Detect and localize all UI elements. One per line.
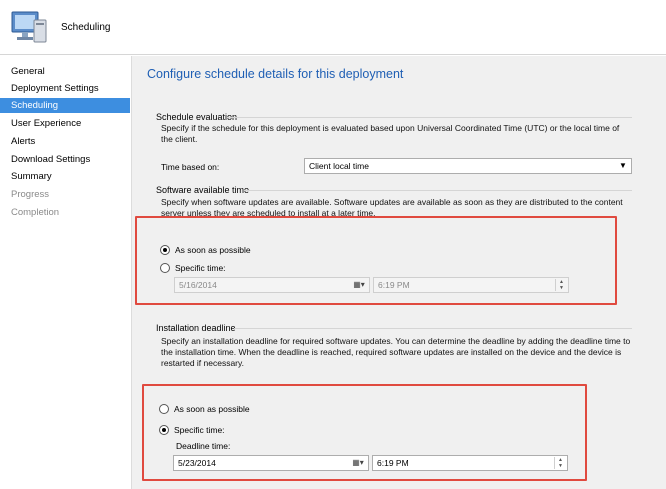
computer-monitor-icon (11, 11, 47, 43)
sidebar-item-download-settings[interactable]: Download Settings (0, 152, 130, 167)
group-divider (227, 117, 632, 118)
sidebar-item-deployment-settings[interactable]: Deployment Settings (0, 81, 130, 96)
wizard-header: Scheduling (0, 0, 666, 55)
schedule-evaluation-description: Specify if the schedule for this deploym… (161, 123, 620, 144)
highlight-box-available (135, 216, 617, 305)
software-available-heading: Software available time (156, 185, 250, 195)
chevron-down-icon: ▼ (619, 161, 627, 170)
highlight-box-deadline (142, 384, 587, 481)
time-based-select[interactable]: Client local time ▼ (304, 158, 632, 174)
group-divider (234, 328, 632, 329)
installation-deadline-heading: Installation deadline (156, 323, 236, 333)
group-divider (244, 190, 632, 191)
time-based-value: Client local time (309, 161, 369, 171)
schedule-evaluation-heading: Schedule evaluation (156, 112, 238, 122)
time-based-label: Time based on: (161, 162, 220, 172)
installation-deadline-description: Specify an installation deadline for req… (161, 336, 631, 368)
page-header-title: Scheduling (61, 22, 111, 33)
sidebar-item-progress: Progress (11, 189, 50, 200)
sidebar-item-scheduling[interactable]: Scheduling (0, 98, 130, 113)
sidebar-item-summary[interactable]: Summary (0, 169, 130, 184)
wizard-sidebar: General Deployment Settings Scheduling U… (0, 56, 130, 489)
sidebar-item-completion: Completion (11, 207, 60, 218)
sidebar-item-alerts[interactable]: Alerts (0, 134, 130, 149)
page-title: Configure schedule details for this depl… (147, 67, 404, 81)
main-panel: Configure schedule details for this depl… (131, 56, 666, 489)
sidebar-item-user-experience[interactable]: User Experience (0, 116, 130, 131)
sidebar-item-general[interactable]: General (0, 64, 130, 79)
